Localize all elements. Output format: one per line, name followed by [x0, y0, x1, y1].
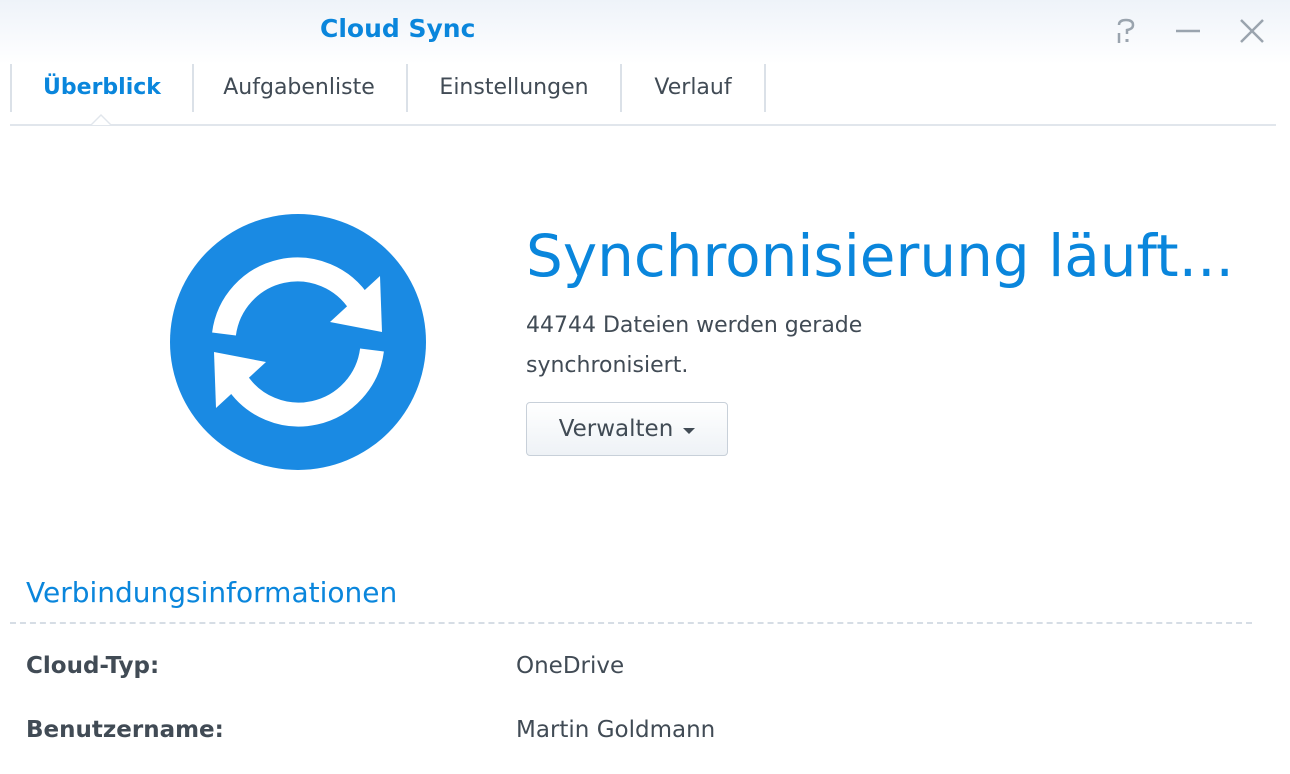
app-title: Cloud Sync	[320, 14, 476, 43]
sync-status-description: 44744 Dateien werden gerade synchronisie…	[526, 313, 863, 378]
manage-button[interactable]: Verwalten	[526, 402, 728, 456]
section-divider	[10, 622, 1252, 624]
chevron-down-icon	[683, 428, 696, 434]
sync-status-title: Synchronisierung läuft...	[526, 222, 1234, 290]
active-tab-indicator	[90, 114, 112, 125]
connection-info-heading: Verbindungsinformationen	[26, 576, 398, 609]
cloud-type-value: OneDrive	[516, 653, 625, 679]
username-value: Martin Goldmann	[516, 717, 716, 743]
cloud-type-label: Cloud-Typ:	[26, 653, 160, 679]
tab-bar-divider	[10, 124, 1276, 126]
sync-icon	[170, 214, 426, 470]
tab-bar: Überblick Aufgabenliste Einstellungen Ve…	[10, 64, 1276, 124]
help-icon[interactable]	[1111, 16, 1141, 46]
tab-history[interactable]: Verlauf	[622, 64, 766, 112]
title-bar: Cloud Sync	[0, 0, 1290, 64]
tab-task-list[interactable]: Aufgabenliste	[192, 64, 408, 112]
minimize-icon[interactable]	[1173, 16, 1203, 46]
tab-settings[interactable]: Einstellungen	[408, 64, 622, 112]
username-label: Benutzername:	[26, 717, 224, 743]
close-icon[interactable]	[1237, 16, 1267, 46]
manage-button-label: Verwalten	[558, 416, 674, 442]
tab-overview[interactable]: Überblick	[10, 64, 194, 112]
